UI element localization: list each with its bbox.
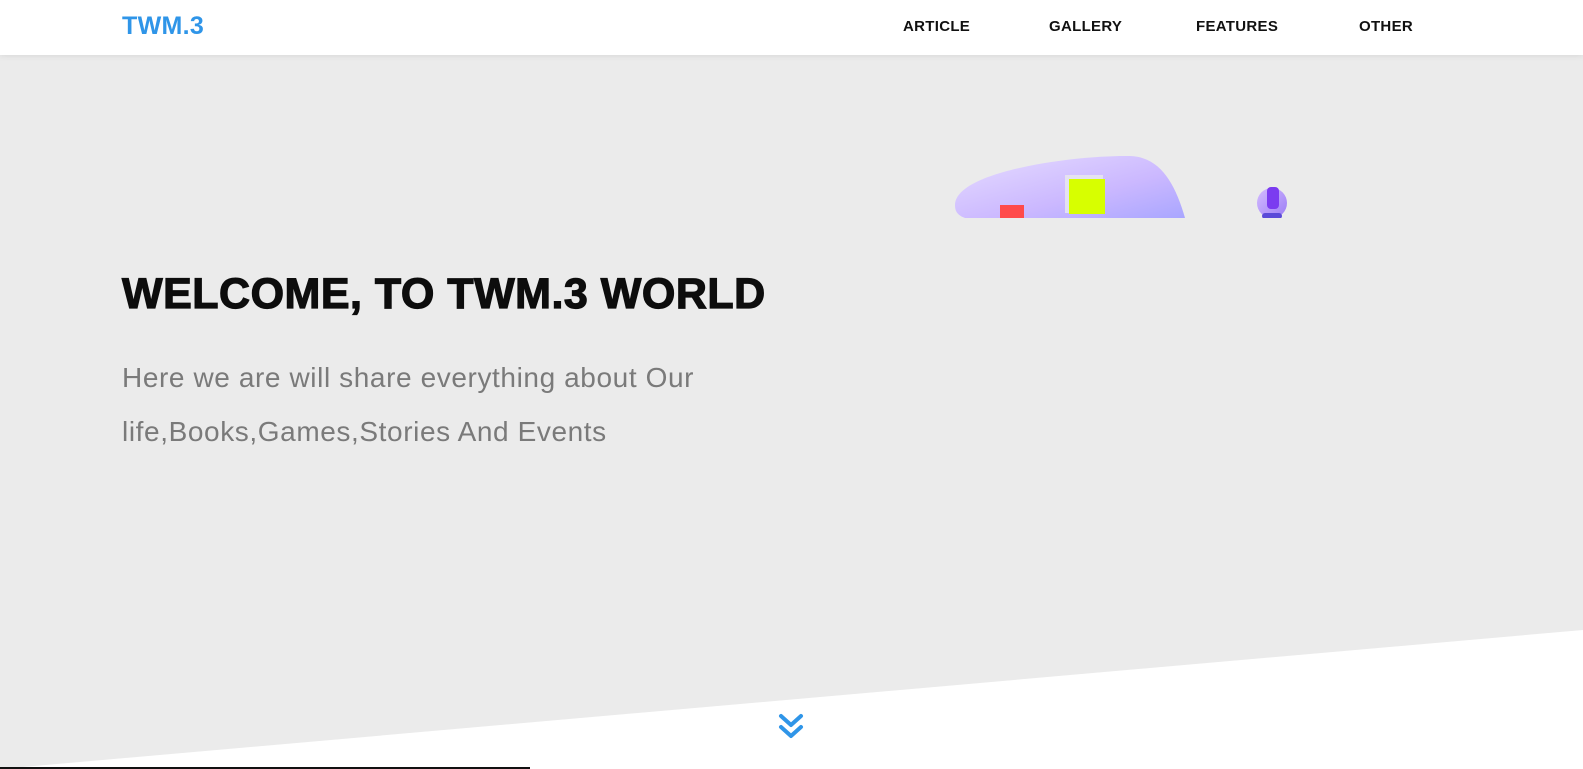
- navbar: TWM.3 ARTICLE GALLERY FEATURES OTHER: [0, 0, 1583, 55]
- double-chevron-down-icon[interactable]: [776, 712, 806, 742]
- site-logo[interactable]: TWM.3: [122, 12, 204, 41]
- nav-link-article[interactable]: ARTICLE: [903, 18, 970, 35]
- hero-section: WELCOME, TO TWM.3 WORLD Here we are will…: [0, 55, 1583, 769]
- nav-link-gallery[interactable]: GALLERY: [1049, 18, 1122, 35]
- nav-link-other[interactable]: OTHER: [1359, 18, 1413, 35]
- hero-subtitle: Here we are will share everything about …: [122, 362, 695, 447]
- nav-link-features[interactable]: FEATURES: [1196, 18, 1278, 35]
- hero-title: WELCOME, TO TWM.3 WORLD: [121, 269, 766, 318]
- hero-illustration: [955, 153, 1315, 218]
